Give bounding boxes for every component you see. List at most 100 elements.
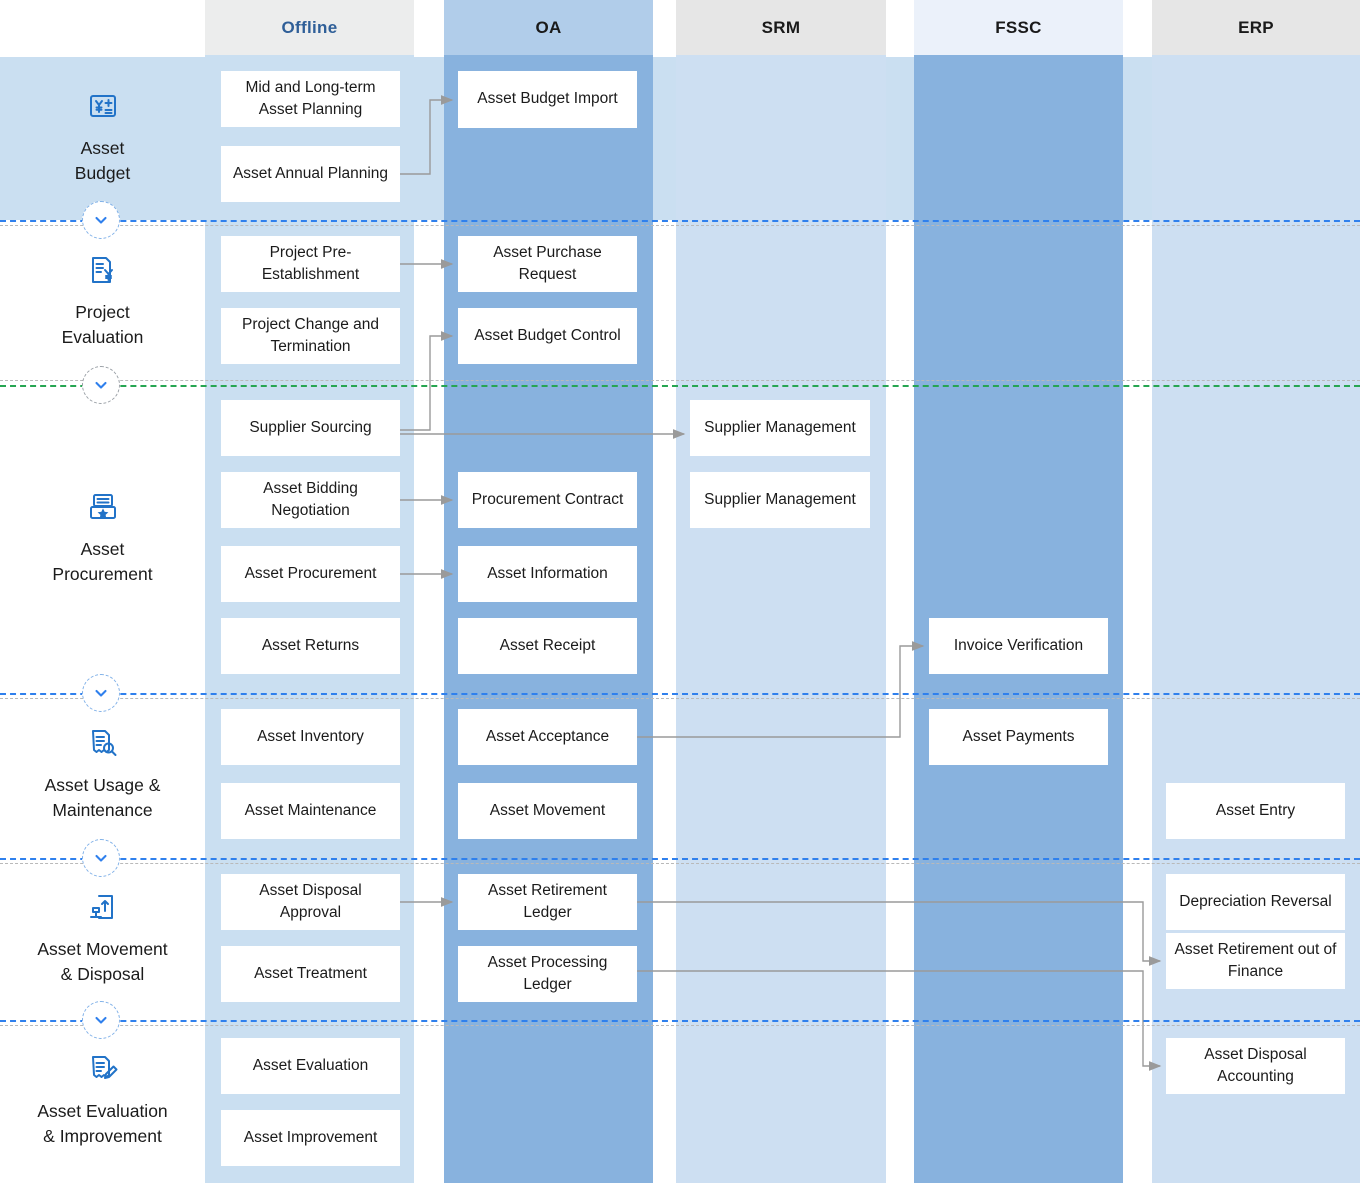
process-box-asset-information[interactable]: Asset Information [458, 546, 637, 602]
process-box-label: Asset Purchase Request [493, 243, 602, 283]
process-box-asset-returns[interactable]: Asset Returns [221, 618, 400, 674]
process-box-asset-annual-planning[interactable]: Asset Annual Planning [221, 146, 400, 202]
process-box-asset-inventory[interactable]: Asset Inventory [221, 709, 400, 765]
process-box-label: Invoice Verification [953, 636, 1084, 654]
process-box-label: Supplier Sourcing [249, 418, 372, 436]
process-box-label: Procurement Contract [471, 490, 624, 508]
phase-label-asset-budget: Asset Budget [0, 57, 205, 220]
process-box-label: Asset Budget Control [474, 326, 621, 344]
process-box-label: Asset Inventory [257, 727, 364, 745]
phase-label-text: Asset Movement & Disposal [37, 938, 168, 984]
process-box-asset-treatment[interactable]: Asset Treatment [221, 946, 400, 1002]
process-box-label: Asset Retirement Ledger [488, 881, 607, 921]
process-box-asset-retirement-ledger[interactable]: Asset Retirement Ledger [458, 874, 637, 930]
process-box-invoice-verification[interactable]: Invoice Verification [929, 618, 1108, 674]
phase-label-text: Asset Budget [74, 138, 131, 183]
process-box-asset-procurement-box[interactable]: Asset Procurement [221, 546, 400, 602]
process-box-label: Asset Procurement [244, 564, 377, 582]
process-box-asset-disposal-accounting[interactable]: Asset Disposal Accounting [1166, 1038, 1345, 1094]
process-box-label: Asset Payments [962, 727, 1075, 745]
process-box-label: Project Change and Termination [241, 315, 379, 355]
process-box-label: Asset Entry [1215, 801, 1296, 819]
process-flow-diagram: Offline OA SRM FSSC ERP Asset Budget Project Ev… [0, 0, 1360, 1183]
process-box-asset-purchase-request[interactable]: Asset Purchase Request [458, 236, 637, 292]
process-box-asset-evaluation-box[interactable]: Asset Evaluation [221, 1038, 400, 1094]
process-box-asset-maintenance[interactable]: Asset Maintenance [221, 783, 400, 839]
chevron-down-icon[interactable] [82, 1001, 120, 1039]
column-band-overlay-fssc [914, 57, 1123, 220]
column-band-overlay-srm [676, 57, 886, 220]
process-box-label: Supplier Management [704, 490, 856, 508]
process-box-label: Asset Treatment [254, 964, 367, 982]
process-box-label: Asset Retirement out of Finance [1174, 940, 1337, 980]
budget-yen-icon [88, 91, 118, 126]
process-box-asset-budget-import[interactable]: Asset Budget Import [458, 71, 637, 128]
process-box-supplier-sourcing[interactable]: Supplier Sourcing [221, 400, 400, 456]
process-box-label: Asset Movement [489, 801, 606, 819]
column-header-erp: ERP [1152, 0, 1360, 55]
phase-label-text: Asset Usage & Maintenance [44, 775, 161, 820]
divider-line [0, 858, 1360, 860]
process-box-label: Asset Maintenance [244, 801, 377, 819]
process-box-asset-processing-ledger[interactable]: Asset Processing Ledger [458, 946, 637, 1002]
process-box-label: Asset Improvement [243, 1128, 378, 1146]
divider-line [0, 693, 1360, 695]
process-box-label: Asset Disposal Approval [259, 881, 362, 921]
document-yen-icon [88, 255, 118, 290]
process-box-label: Asset Returns [261, 636, 360, 654]
column-header-offline: Offline [205, 0, 414, 55]
process-box-asset-disposal-approval[interactable]: Asset Disposal Approval [221, 874, 400, 930]
process-box-asset-budget-control[interactable]: Asset Budget Control [458, 308, 637, 364]
process-box-asset-bidding-negotiation[interactable]: Asset Bidding Negotiation [221, 472, 400, 528]
asset-move-icon [88, 892, 118, 927]
process-box-label: Mid and Long-term Asset Planning [245, 78, 376, 118]
phase-label-asset-procurement: Asset Procurement [0, 385, 205, 693]
chevron-down-icon[interactable] [82, 674, 120, 712]
phase-label-text: Project Evaluation [61, 302, 144, 347]
process-box-depreciation-reversal[interactable]: Depreciation Reversal [1166, 874, 1345, 930]
process-box-project-pre-establishment[interactable]: Project Pre-Establishment [221, 236, 400, 292]
process-box-label: Asset Information [487, 564, 608, 582]
process-box-label: Asset Budget Import [477, 90, 618, 108]
chevron-down-icon[interactable] [82, 839, 120, 877]
process-box-label: Supplier Management [704, 418, 856, 436]
document-edit-icon [88, 1054, 118, 1089]
phase-label-text: Asset Procurement [52, 538, 153, 584]
process-box-project-change-termination[interactable]: Project Change and Termination [221, 308, 400, 364]
process-box-asset-movement-box[interactable]: Asset Movement [458, 783, 637, 839]
purchase-star-icon [88, 492, 118, 527]
phase-label-asset-usage: Asset Usage & Maintenance [0, 693, 205, 858]
process-box-mid-long-term-asset-planning[interactable]: Mid and Long-term Asset Planning [221, 71, 400, 127]
phase-label-project-evaluation: Project Evaluation [0, 220, 205, 385]
process-box-procurement-contract[interactable]: Procurement Contract [458, 472, 637, 528]
process-box-asset-retirement-out-finance[interactable]: Asset Retirement out of Finance [1166, 933, 1345, 989]
chevron-down-icon[interactable] [82, 201, 120, 239]
phase-label-text: Asset Evaluation & Improvement [37, 1101, 168, 1146]
process-box-label: Asset Evaluation [252, 1056, 369, 1074]
process-box-asset-acceptance[interactable]: Asset Acceptance [458, 709, 637, 765]
divider-line [0, 220, 1360, 222]
divider-line-secondary [0, 698, 1360, 699]
process-box-asset-improvement[interactable]: Asset Improvement [221, 1110, 400, 1166]
process-box-supplier-management-1[interactable]: Supplier Management [690, 400, 870, 456]
process-box-supplier-management-2[interactable]: Supplier Management [690, 472, 870, 528]
process-box-asset-entry[interactable]: Asset Entry [1166, 783, 1345, 839]
process-box-label: Depreciation Reversal [1179, 892, 1332, 910]
phase-label-asset-evaluation: Asset Evaluation & Improvement [0, 1020, 205, 1183]
process-box-label: Asset Disposal Accounting [1204, 1045, 1307, 1085]
column-header-fssc: FSSC [914, 0, 1123, 55]
process-box-label: Asset Receipt [499, 636, 596, 654]
process-box-label: Asset Processing Ledger [487, 953, 608, 993]
chevron-down-icon[interactable] [82, 366, 120, 404]
divider-line-secondary [0, 1025, 1360, 1026]
divider-line-secondary [0, 225, 1360, 226]
process-box-asset-payments[interactable]: Asset Payments [929, 709, 1108, 765]
column-header-oa: OA [444, 0, 653, 55]
document-search-icon [88, 728, 118, 763]
process-box-label: Asset Annual Planning [232, 164, 389, 182]
divider-line-secondary [0, 380, 1360, 381]
process-box-asset-receipt[interactable]: Asset Receipt [458, 618, 637, 674]
process-box-label: Asset Bidding Negotiation [263, 479, 358, 519]
column-band-overlay-erp [1152, 57, 1360, 220]
column-header-srm: SRM [676, 0, 886, 55]
